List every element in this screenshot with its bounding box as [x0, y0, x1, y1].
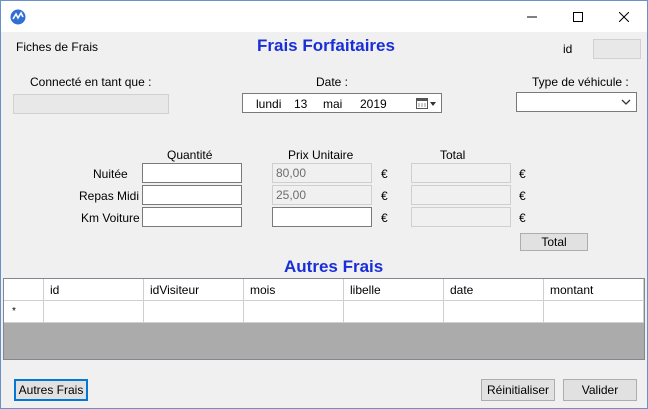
total-button[interactable]: Total — [520, 233, 588, 251]
column-header-id[interactable]: id — [44, 279, 144, 301]
minimize-icon — [527, 16, 537, 17]
currency-total-km-voiture: € — [519, 211, 526, 225]
grid-header-row: id idVisiteur mois libelle date montant — [4, 279, 644, 301]
validate-button[interactable]: Valider — [563, 379, 637, 401]
grid-cell[interactable] — [344, 301, 444, 323]
grid-cell[interactable] — [444, 301, 544, 323]
chevron-down-icon — [621, 99, 631, 105]
currency-total-nuitee: € — [519, 167, 526, 181]
total-input-nuitee[interactable] — [412, 164, 510, 182]
quantity-field-repas-midi[interactable] — [142, 185, 242, 205]
column-header-mois[interactable]: mois — [244, 279, 344, 301]
maximize-button[interactable] — [555, 1, 601, 32]
date-day: 13 — [294, 97, 308, 111]
currency-unit-nuitee: € — [381, 167, 388, 181]
quantity-input-repas-midi[interactable] — [143, 186, 241, 204]
quantity-input-nuitee[interactable] — [143, 164, 241, 182]
row-label-repas-midi: Repas Midi — [79, 189, 140, 203]
autres-frais-grid[interactable]: id idVisiteur mois libelle date montant … — [3, 278, 645, 360]
app-logo-icon — [10, 9, 26, 25]
autres-frais-title: Autres Frais — [284, 257, 384, 276]
page-title: Frais Forfaitaires — [257, 36, 395, 55]
autres-frais-button[interactable]: Autres Frais — [14, 379, 88, 401]
currency-unit-km-voiture: € — [381, 211, 388, 225]
connected-user-field[interactable] — [13, 94, 169, 114]
total-input-repas-midi[interactable] — [412, 186, 510, 204]
unit-price-field-repas-midi[interactable] — [272, 185, 372, 205]
id-label: id — [563, 42, 573, 56]
calendar-dropdown-icon[interactable] — [416, 97, 438, 110]
title-bar — [1, 1, 647, 32]
reset-button[interactable]: Réinitialiser — [481, 379, 555, 401]
connected-user-input[interactable] — [14, 95, 168, 113]
main-window: Fiches de Frais Frais Forfaitaires id Co… — [0, 0, 648, 409]
row-label-nuitee: Nuitée — [93, 167, 128, 181]
currency-unit-repas-midi: € — [381, 189, 388, 203]
date-label: Date : — [316, 75, 349, 89]
date-month: mai — [323, 97, 343, 111]
unit-price-input-nuitee[interactable] — [273, 164, 371, 182]
date-day-name: lundi — [256, 97, 282, 111]
unit-price-field-km-voiture[interactable] — [272, 207, 372, 227]
close-icon — [619, 11, 629, 22]
unit-price-header: Prix Unitaire — [288, 148, 354, 162]
total-header: Total — [440, 148, 466, 162]
grid-cell[interactable] — [544, 301, 644, 323]
vehicle-type-label: Type de véhicule : — [532, 75, 629, 89]
unit-price-input-km-voiture[interactable] — [273, 208, 371, 226]
date-picker[interactable]: lundi 13 mai 2019 — [242, 93, 442, 113]
grid-new-row[interactable]: * — [4, 301, 644, 323]
unit-price-input-repas-midi[interactable] — [273, 186, 371, 204]
column-header-montant[interactable]: montant — [544, 279, 644, 301]
date-year: 2019 — [360, 97, 387, 111]
quantity-field-km-voiture[interactable] — [142, 207, 242, 227]
grid-cell[interactable] — [44, 301, 144, 323]
quantity-field-nuitee[interactable] — [142, 163, 242, 183]
quantity-header: Quantité — [167, 148, 213, 162]
id-input[interactable] — [594, 40, 640, 58]
maximize-icon — [573, 11, 583, 22]
column-header-date[interactable]: date — [444, 279, 544, 301]
minimize-button[interactable] — [509, 1, 555, 32]
id-field[interactable] — [593, 39, 641, 59]
row-label-km-voiture: Km Voiture — [81, 211, 140, 225]
grid-row-header-corner — [4, 279, 44, 301]
close-button[interactable] — [601, 1, 647, 32]
total-field-repas-midi[interactable] — [411, 185, 511, 205]
currency-total-repas-midi: € — [519, 189, 526, 203]
vehicle-type-select[interactable] — [516, 92, 637, 112]
quantity-input-km-voiture[interactable] — [143, 208, 241, 226]
unit-price-field-nuitee[interactable] — [272, 163, 372, 183]
column-header-libelle[interactable]: libelle — [344, 279, 444, 301]
column-header-idvisiteur[interactable]: idVisiteur — [144, 279, 244, 301]
total-input-km-voiture[interactable] — [412, 208, 510, 226]
new-row-marker: * — [4, 301, 44, 323]
total-field-km-voiture[interactable] — [411, 207, 511, 227]
grid-cell[interactable] — [244, 301, 344, 323]
connected-as-label: Connecté en tant que : — [30, 75, 152, 89]
section-label: Fiches de Frais — [16, 40, 99, 54]
total-field-nuitee[interactable] — [411, 163, 511, 183]
grid-cell[interactable] — [144, 301, 244, 323]
